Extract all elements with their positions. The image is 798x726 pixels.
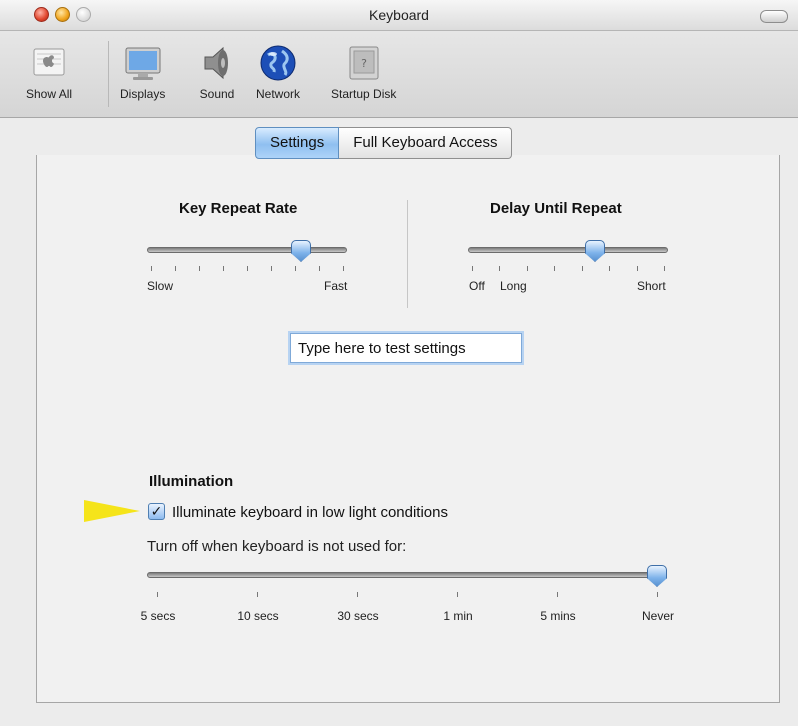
turn-off-label: Turn off when keyboard is not used for: — [147, 538, 407, 555]
slider-tick — [664, 266, 665, 271]
delay-short-label: Short — [637, 279, 666, 293]
illumination-timeout-slider-track[interactable] — [147, 572, 667, 578]
toolbar-toggle-button[interactable] — [760, 10, 788, 23]
toolbar-item-show-all[interactable]: Show All — [26, 43, 72, 101]
slider-tick — [557, 592, 558, 597]
illumination-option-label: 5 mins — [540, 609, 576, 623]
slider-tick — [223, 266, 224, 271]
illuminate-keyboard-label[interactable]: Illuminate keyboard in low light conditi… — [172, 504, 448, 521]
illumination-option-label: 1 min — [443, 609, 473, 623]
slider-tick — [554, 266, 556, 271]
key-repeat-fast-label: Fast — [324, 279, 348, 293]
slider-tick — [175, 266, 176, 271]
toolbar-item-displays[interactable]: Displays — [120, 43, 165, 101]
slider-tick — [319, 266, 320, 271]
tab-settings[interactable]: Settings — [255, 127, 340, 159]
key-repeat-rate-slider-track[interactable] — [147, 247, 347, 253]
slider-tick — [271, 266, 272, 271]
delay-off-label: Off — [469, 279, 485, 293]
slider-tick — [257, 592, 258, 597]
toolbar-item-network[interactable]: Network — [256, 43, 300, 101]
illumination-option-label: 5 secs — [140, 609, 176, 623]
slider-tick — [295, 266, 296, 271]
key-repeat-slow-label: Slow — [147, 279, 174, 293]
toolbar-item-label: Network — [256, 87, 301, 101]
slider-divider — [407, 200, 408, 308]
illuminate-keyboard-checkbox[interactable]: ✓ — [148, 503, 165, 520]
title-bar[interactable]: Keyboard — [0, 0, 798, 31]
toolbar-item-label: Startup Disk — [331, 87, 397, 101]
toolbar-item-startup-disk[interactable]: ? Startup Disk — [331, 43, 396, 101]
preferences-toolbar: Show All Displays Sound Network ? Startu… — [0, 31, 798, 118]
slider-tick — [499, 266, 501, 271]
illumination-option-label: Never — [641, 609, 674, 623]
slider-tick — [247, 266, 248, 271]
slider-tick — [157, 592, 158, 597]
apple-logo-icon — [29, 43, 69, 83]
toolbar-item-sound[interactable]: Sound — [197, 43, 237, 101]
slider-tick — [609, 266, 611, 271]
toolbar-item-label: Displays — [120, 87, 166, 101]
delay-long-label: Long — [500, 279, 527, 293]
slider-tick — [357, 592, 358, 597]
toolbar-item-label: Sound — [199, 87, 235, 101]
key-repeat-rate-title: Key Repeat Rate — [179, 200, 298, 217]
delay-until-repeat-title: Delay Until Repeat — [490, 200, 622, 217]
slider-tick — [526, 266, 528, 271]
globe-icon — [258, 43, 298, 83]
toolbar-item-label: Show All — [26, 87, 73, 101]
illumination-option-label: 30 secs — [337, 609, 379, 623]
toolbar-divider — [108, 41, 109, 107]
illumination-title: Illumination — [149, 473, 234, 490]
test-settings-input[interactable]: Type here to test settings — [290, 333, 522, 363]
illumination-option-label: 10 secs — [237, 609, 279, 623]
tab-bar: Settings Full Keyboard Access — [255, 127, 513, 159]
slider-tick — [199, 266, 200, 271]
window-title: Keyboard — [369, 7, 429, 23]
display-icon — [123, 43, 163, 83]
slider-tick — [343, 266, 344, 271]
slider-tick — [151, 266, 152, 271]
slider-tick — [636, 266, 638, 271]
keyboard-preferences-window: Keyboard Show All Displays Sound Network… — [0, 0, 798, 726]
slider-tick — [472, 266, 473, 271]
speaker-icon — [197, 43, 237, 83]
svg-text:?: ? — [361, 57, 367, 70]
delay-until-repeat-slider-track[interactable] — [468, 247, 668, 253]
startup-disk-icon: ? — [344, 43, 384, 83]
tab-full-keyboard-access[interactable]: Full Keyboard Access — [339, 127, 513, 159]
slider-tick — [581, 266, 583, 271]
slider-tick — [457, 592, 458, 597]
slider-tick — [657, 592, 658, 597]
